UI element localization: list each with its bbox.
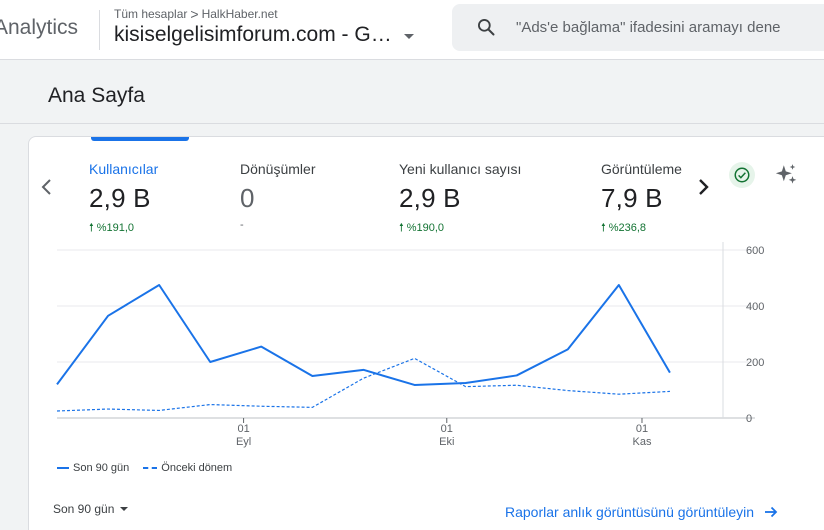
app-name[interactable]: Analytics (0, 16, 78, 40)
y-tick-label: 200 (746, 357, 764, 369)
legend-dashed-swatch (143, 467, 158, 469)
view-reports-link[interactable]: Raporlar anlık görüntüsünü görüntüleyin (505, 504, 778, 520)
x-tick-month: Kas (632, 436, 651, 448)
legend-item-previous: Önceki dönem (143, 462, 232, 474)
caret-down-icon (120, 507, 129, 511)
overview-card: Kullanıcılar 2,9 B 🠕 %191,0 Dönüşümler 0 … (28, 136, 824, 530)
date-range-selector[interactable]: Son 90 gün (53, 502, 129, 516)
search-bar[interactable]: "Ads'e bağlama" ifadesini aramayı dene (452, 4, 824, 51)
top-app-bar: Analytics Tüm hesaplar > HalkHaber.net k… (0, 0, 824, 60)
date-range-label: Son 90 gün (53, 502, 115, 516)
series-line-previous (56, 357, 670, 412)
x-tick-month: Eyl (236, 436, 251, 448)
chart-legend: Son 90 gün Önceki dönem (57, 462, 246, 474)
legend-label: Son 90 gün (73, 462, 130, 474)
header-divider (99, 10, 100, 50)
property-name: kisiselgelisimforum.com - G… (114, 23, 392, 46)
chevron-right-icon: > (190, 6, 199, 22)
breadcrumb-account[interactable]: HalkHaber.net (202, 7, 278, 21)
divider (0, 123, 824, 124)
breadcrumb-parent[interactable]: Tüm hesaplar (114, 7, 187, 21)
report-link-label: Raporlar anlık görüntüsünü görüntüleyin (505, 504, 755, 520)
series-line-current (56, 284, 671, 386)
search-input[interactable]: "Ads'e bağlama" ifadesini aramayı dene (516, 19, 781, 36)
search-icon (478, 19, 495, 36)
x-tick-day: 01 (636, 423, 648, 435)
line-chart: 020040060001Eyl01Eki01Kas (56, 242, 764, 448)
x-tick-day: 01 (441, 423, 453, 435)
y-tick-label: 0 (746, 413, 752, 425)
y-tick-label: 400 (746, 301, 764, 313)
arrow-right-icon (765, 506, 778, 518)
caret-down-icon (403, 34, 414, 39)
legend-solid-swatch (57, 467, 69, 469)
breadcrumb[interactable]: Tüm hesaplar > HalkHaber.net (114, 7, 278, 21)
legend-item-current: Son 90 gün (57, 462, 129, 474)
legend-label: Önceki dönem (161, 462, 233, 474)
property-selector[interactable]: kisiselgelisimforum.com - G… (114, 23, 414, 47)
x-tick-day: 01 (237, 423, 249, 435)
page-title: Ana Sayfa (48, 84, 145, 107)
y-tick-label: 600 (746, 245, 764, 257)
x-tick-month: Eki (439, 436, 454, 448)
